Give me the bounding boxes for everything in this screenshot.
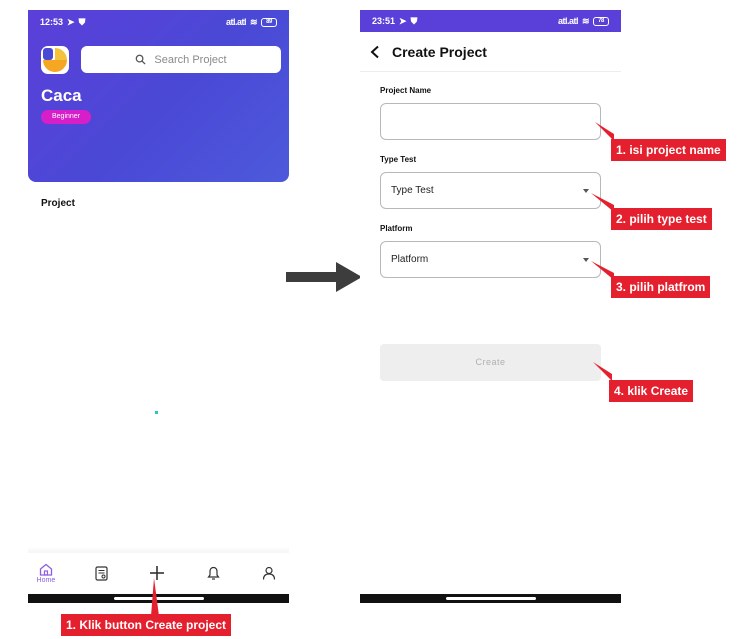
status-time: 23:51 <box>372 16 396 26</box>
nav-create-project[interactable] <box>142 565 172 581</box>
annotation-step3: 3. pilih platfrom <box>611 276 711 298</box>
type-test-select[interactable]: Type Test <box>380 172 601 209</box>
type-test-value: Type Test <box>391 185 434 196</box>
shield-icon: ⛊ <box>78 16 86 27</box>
system-home-bar <box>360 594 621 603</box>
search-icon <box>136 54 146 65</box>
wifi-icon: ≋ <box>581 15 590 26</box>
nav-notifications[interactable] <box>198 566 228 580</box>
bell-icon <box>207 566 220 580</box>
annotation-step2: 2. pilih type test <box>611 208 712 230</box>
annotation-step1-left: 1. Klik button Create project <box>61 614 232 636</box>
status-bar: 12:53 ➤ ⛊ atl.atl ≋ 89 <box>28 10 289 34</box>
user-name: Caca <box>41 86 82 105</box>
annotation-step4: 4. klik Create <box>609 380 694 402</box>
annotation-step1-right: 1. isi project name <box>611 139 726 161</box>
status-bar: 23:51 ➤ ⛊ atl.atl ≋ 78 <box>360 10 621 32</box>
location-icon: ➤ <box>67 16 75 27</box>
signal-icon: atl.atl <box>557 16 579 26</box>
project-name-label: Project Name <box>380 86 432 95</box>
search-placeholder: Search Project <box>154 53 227 66</box>
wifi-icon: ≋ <box>249 16 258 27</box>
battery-icon: 78 <box>593 16 609 26</box>
shield-icon: ⛊ <box>410 15 418 26</box>
profile-header: 12:53 ➤ ⛊ atl.atl ≋ 89 Search Project Ca… <box>28 10 289 182</box>
home-indicator[interactable] <box>445 597 536 600</box>
status-time: 12:53 <box>40 17 64 27</box>
page-title: Create Project <box>392 43 487 60</box>
platform-value: Platform <box>391 254 429 265</box>
location-icon: ➤ <box>399 15 407 26</box>
dropdown-caret-icon <box>583 257 589 262</box>
plus-icon <box>150 566 165 580</box>
project-section-title: Project <box>41 198 75 209</box>
battery-icon: 89 <box>261 17 277 27</box>
loading-indicator <box>155 411 158 414</box>
user-icon <box>262 566 276 580</box>
create-button[interactable]: Create <box>380 344 601 381</box>
project-name-input[interactable] <box>380 103 601 140</box>
platform-select[interactable]: Platform <box>380 241 601 278</box>
app-bar: Create Project <box>360 32 621 72</box>
search-input[interactable]: Search Project <box>81 46 281 73</box>
nav-home-label: Home <box>36 576 56 584</box>
nav-reports[interactable] <box>87 565 117 581</box>
home-indicator[interactable] <box>113 597 204 600</box>
create-project-screen: 23:51 ➤ ⛊ atl.atl ≋ 78 Create Project Pr… <box>360 10 621 604</box>
transition-arrow-icon <box>286 262 362 292</box>
nav-home[interactable]: Home <box>31 563 61 584</box>
nav-profile[interactable] <box>254 566 284 580</box>
back-chevron-icon[interactable] <box>370 45 380 59</box>
bottom-nav: Home <box>28 553 289 593</box>
platform-label: Platform <box>380 224 413 233</box>
home-screen: 12:53 ➤ ⛊ atl.atl ≋ 89 Search Project Ca… <box>28 10 289 604</box>
type-test-label: Type Test <box>380 155 417 164</box>
dropdown-caret-icon <box>583 188 589 193</box>
app-logo-icon <box>41 46 69 74</box>
level-badge: Beginner <box>41 110 92 124</box>
signal-icon: atl.atl <box>225 17 247 27</box>
system-home-bar <box>28 594 289 603</box>
home-icon <box>39 563 53 576</box>
document-icon <box>95 565 108 581</box>
